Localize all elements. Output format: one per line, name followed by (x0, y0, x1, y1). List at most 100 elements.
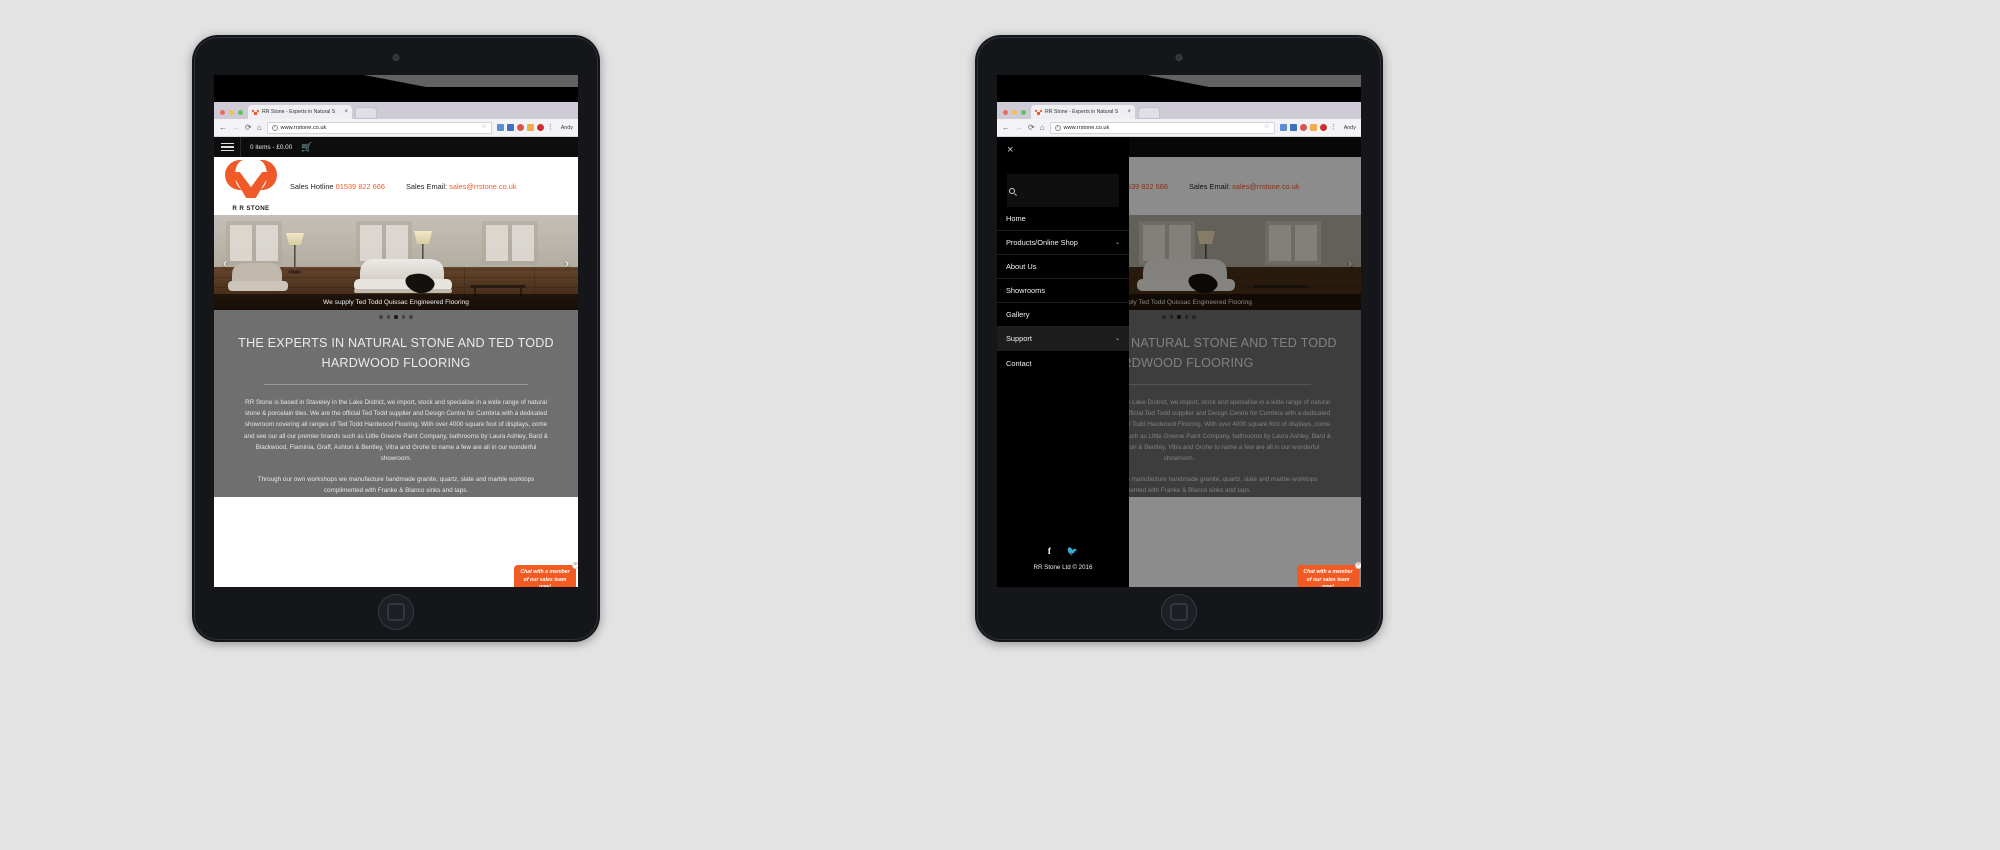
reload-icon[interactable]: ⟳ (1028, 123, 1035, 132)
maximize-window-icon[interactable] (238, 110, 243, 115)
nav-item-about-us[interactable]: About Us (997, 255, 1129, 279)
extension-crimson-icon[interactable] (1319, 124, 1327, 131)
chat-invite-bubble[interactable]: × Chat with a member of our sales team n… (1297, 562, 1361, 587)
cart-summary[interactable]: 0 items - £0.00 🛒 (241, 142, 313, 152)
window-traffic-lights[interactable] (214, 110, 248, 119)
hamburger-menu-icon[interactable] (214, 137, 241, 157)
device-screen-right: RR Stone - Experts in Natural S × ← → ⟳ … (997, 75, 1361, 587)
tab-close-icon[interactable]: × (1127, 109, 1131, 115)
home-icon[interactable]: ⌂ (257, 123, 262, 132)
intro-paragraph-1: RR Stone is based in Staveley in the Lak… (244, 399, 548, 463)
nav-item-label: Support (1006, 334, 1032, 343)
nav-item-label: Home (1006, 214, 1026, 223)
extension-crimson-icon[interactable] (536, 124, 544, 131)
bookmark-star-icon[interactable]: ☆ (481, 124, 487, 131)
toolbar-extensions[interactable]: ⋮ (1279, 124, 1337, 131)
website-content-left: 0 items - £0.00 🛒 R R STONE Sales Hotlin… (214, 137, 578, 587)
nav-footer: f 🐦 RR Stone Ltd © 2016 (997, 547, 1129, 572)
chat-invite-bubble[interactable]: × Chat with a member of our sales team n… (514, 562, 578, 587)
chat-bubble-close-icon[interactable]: × (1355, 562, 1361, 569)
nav-close-icon[interactable]: × (997, 137, 1129, 156)
cart-icon[interactable]: 🛒 (301, 142, 312, 152)
slider-dot[interactable] (401, 315, 406, 319)
slider-prev-arrow[interactable]: ‹ (218, 256, 232, 269)
window-traffic-lights[interactable] (997, 110, 1031, 119)
address-bar[interactable]: i www.rrstone.co.uk ☆ (266, 121, 492, 134)
close-window-icon[interactable] (220, 110, 225, 115)
toolbar-extensions[interactable]: ⋮ (496, 124, 554, 131)
maximize-window-icon[interactable] (1021, 110, 1026, 115)
extension-darkblue-icon[interactable] (1289, 124, 1297, 131)
extension-orange-icon[interactable] (526, 124, 534, 131)
extension-blue-icon[interactable] (496, 124, 504, 131)
nav-item-home[interactable]: Home (997, 207, 1129, 231)
browser-menu-icon[interactable]: ⋮ (1330, 124, 1337, 131)
mobile-nav-panel: × Home Products/Online Shop ⌄ About Us S… (997, 137, 1129, 587)
nav-scrim[interactable] (1129, 137, 1361, 587)
new-tab-button[interactable] (355, 107, 377, 119)
forward-icon: → (232, 122, 240, 132)
nav-item-support[interactable]: Support ⌄ (997, 327, 1129, 351)
hotline-number[interactable]: 01539 822 666 (336, 182, 385, 191)
profile-name[interactable]: Andy (559, 125, 573, 131)
address-bar-url: www.rrstone.co.uk (1063, 124, 1110, 131)
chat-bubble-close-icon[interactable]: × (572, 562, 578, 569)
nav-item-contact[interactable]: Contact (997, 351, 1129, 375)
site-info-icon[interactable]: i (271, 124, 278, 131)
tablet-device-left: RR Stone - Experts in Natural S × ← → ⟳ … (192, 35, 600, 642)
home-button[interactable] (1161, 594, 1197, 630)
nav-item-label: Products/Online Shop (1006, 238, 1078, 247)
chevron-down-icon[interactable]: ⌄ (1115, 240, 1120, 246)
logo-mark-icon (222, 160, 280, 198)
nav-item-gallery[interactable]: Gallery (997, 303, 1129, 327)
title-divider (264, 384, 528, 386)
front-camera-icon (392, 54, 400, 61)
back-icon[interactable]: ← (1002, 123, 1010, 132)
intro-paragraph-2: Through our own workshops we manufacture… (257, 476, 535, 495)
back-icon[interactable]: ← (219, 123, 227, 132)
site-logo[interactable]: R R STONE (222, 160, 280, 212)
nav-search-input[interactable] (1007, 174, 1119, 207)
email-label: Sales Email: (406, 181, 448, 191)
browser-tab-title: RR Stone - Experts in Natural S (1045, 109, 1119, 115)
nav-item-showrooms[interactable]: Showrooms (997, 279, 1129, 303)
home-button[interactable] (378, 594, 414, 630)
extension-darkblue-icon[interactable] (506, 124, 514, 131)
front-camera-icon (1175, 54, 1183, 61)
minimize-window-icon[interactable] (229, 110, 234, 115)
bookmark-star-icon[interactable]: ☆ (1264, 124, 1270, 131)
browser-tab[interactable]: RR Stone - Experts in Natural S × (248, 105, 352, 119)
close-window-icon[interactable] (1003, 110, 1008, 115)
minimize-window-icon[interactable] (1012, 110, 1017, 115)
search-icon (1009, 187, 1015, 194)
slider-dots[interactable] (214, 310, 578, 324)
nav-item-products-online-shop[interactable]: Products/Online Shop ⌄ (997, 231, 1129, 255)
tab-close-icon[interactable]: × (344, 109, 348, 115)
profile-name[interactable]: Andy (1342, 125, 1356, 131)
social-links[interactable]: f 🐦 (997, 547, 1129, 556)
browser-tab[interactable]: RR Stone - Experts in Natural S × (1031, 105, 1135, 119)
browser-tab-title: RR Stone - Experts in Natural S (262, 109, 336, 115)
extension-red-icon[interactable] (1299, 124, 1307, 131)
browser-menu-icon[interactable]: ⋮ (547, 124, 554, 131)
reload-icon[interactable]: ⟳ (245, 123, 252, 132)
extension-orange-icon[interactable] (1309, 124, 1317, 131)
twitter-icon[interactable]: 🐦 (1067, 547, 1078, 556)
address-bar[interactable]: i www.rrstone.co.uk ☆ (1049, 121, 1275, 134)
home-icon[interactable]: ⌂ (1040, 123, 1045, 132)
chevron-down-icon[interactable]: ⌄ (1115, 336, 1120, 342)
slider-dot[interactable] (409, 315, 413, 319)
site-info-icon[interactable]: i (1054, 124, 1061, 131)
slider-next-arrow[interactable]: › (560, 256, 574, 269)
extension-red-icon[interactable] (516, 124, 524, 131)
slider-dot[interactable] (379, 315, 383, 319)
new-tab-button[interactable] (1138, 107, 1160, 119)
extension-blue-icon[interactable] (1279, 124, 1287, 131)
slider-dot[interactable] (386, 315, 391, 319)
email-link[interactable]: sales@rrstone.co.uk (449, 182, 516, 191)
cart-total-text: 0 items - £0.00 (250, 143, 293, 151)
facebook-icon[interactable]: f (1048, 547, 1051, 556)
site-favicon-icon (251, 109, 260, 116)
slider-dot-active[interactable] (394, 315, 398, 319)
nav-item-list: Home Products/Online Shop ⌄ About Us Sho… (997, 207, 1129, 375)
